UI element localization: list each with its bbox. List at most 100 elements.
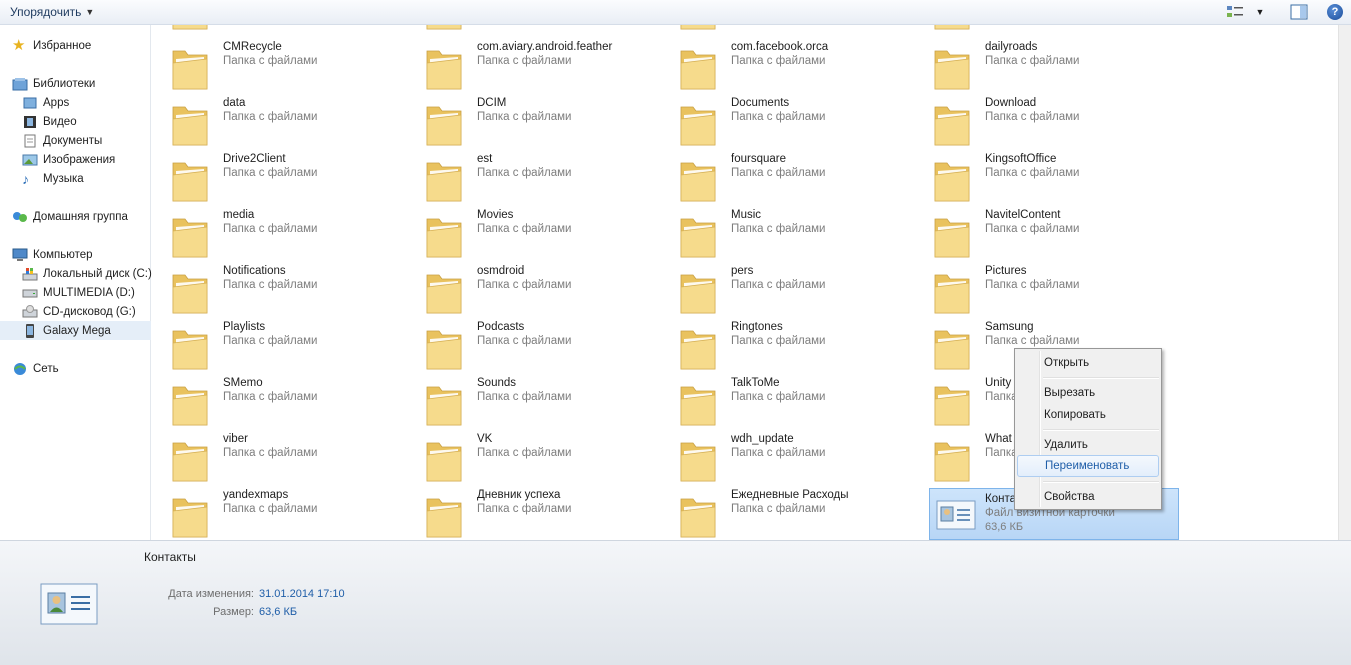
folder-tile[interactable]: Documents Папка с файлами <box>660 91 910 147</box>
folder-tile[interactable]: Download Папка с файлами <box>914 91 1164 147</box>
nav-computer-label: Компьютер <box>33 248 93 261</box>
folder-name: Movies <box>477 209 514 221</box>
folder-type: Папка с файлами <box>477 167 572 179</box>
nav-computer[interactable]: Компьютер <box>12 245 93 264</box>
folder-tile[interactable]: CMRecycle Папка с файлами <box>152 35 402 90</box>
folder-icon <box>932 101 972 147</box>
film-icon <box>22 115 38 129</box>
folder-name: Unity <box>985 377 1012 389</box>
menu-cut[interactable]: Вырезать <box>1017 382 1159 404</box>
preview-pane-button[interactable] <box>1289 3 1309 21</box>
nav-drive-d[interactable]: MULTIMEDIA (D:) <box>22 283 135 302</box>
folder-type: Папка с файлами <box>477 447 572 459</box>
folder-icon <box>678 101 718 147</box>
nav-drive-c[interactable]: Локальный диск (C:) <box>22 264 152 283</box>
nav-favorites[interactable]: ★ Избранное <box>12 36 91 55</box>
nav-network-label: Сеть <box>33 362 59 375</box>
folder-icon <box>932 213 972 259</box>
menu-properties[interactable]: Свойства <box>1017 486 1159 508</box>
folder-name: media <box>223 209 255 221</box>
folder-type: Папка с файлами <box>985 111 1080 123</box>
folder-type: Папка с файлами <box>477 391 572 403</box>
folder-tile[interactable]: Movies Папка с файлами <box>406 203 656 258</box>
folder-type: Папка с файлами <box>731 55 826 67</box>
folder-icon <box>678 269 718 315</box>
vertical-scrollbar[interactable] <box>1338 25 1351 540</box>
folder-tile[interactable]: Ежедневные Расходы Папка с файлами <box>660 483 910 538</box>
folder-tile[interactable]: media Папка с файлами <box>152 203 402 258</box>
folder-tile[interactable]: pers Папка с файлами <box>660 259 910 315</box>
document-icon <box>22 134 38 148</box>
menu-copy[interactable]: Копировать <box>1017 404 1159 426</box>
folder-tile[interactable]: VK Папка с файлами <box>406 427 656 482</box>
folder-icon <box>932 45 972 91</box>
folder-tile[interactable]: Podcasts Папка с файлами <box>406 315 656 371</box>
folder-icon <box>932 157 972 203</box>
nav-lib-pictures[interactable]: Изображения <box>22 150 115 169</box>
nav-libraries[interactable]: Библиотеки <box>12 74 95 93</box>
nav-lib-video[interactable]: Видео <box>22 112 77 131</box>
library-icon <box>12 77 28 91</box>
picture-icon <box>22 153 38 167</box>
folder-type: Папка с файлами <box>477 223 572 235</box>
folder-tile[interactable]: foursquare Папка с файлами <box>660 147 910 202</box>
folder-tile[interactable]: SMemo Папка с файлами <box>152 371 402 426</box>
folder-name: Notifications <box>223 265 286 277</box>
folder-tile[interactable]: Sounds Папка с файлами <box>406 371 656 426</box>
menu-separator <box>1043 481 1159 483</box>
folder-type: Папка с файлами <box>731 167 826 179</box>
folder-tile[interactable]: Дневник успеха Папка с файлами <box>406 483 656 538</box>
folder-icon <box>424 269 464 315</box>
view-dropdown-button[interactable]: ▼ <box>1255 3 1265 21</box>
folder-icon <box>424 325 464 371</box>
folder-tile[interactable]: Notifications Папка с файлами <box>152 259 402 314</box>
organize-menu-button[interactable]: Упорядочить ▼ <box>10 5 94 19</box>
folder-tile[interactable]: TalkToMe Папка с файлами <box>660 371 910 427</box>
folder-name: CMRecycle <box>223 41 282 53</box>
folder-name: est <box>477 153 493 165</box>
folder-tile[interactable]: Ringtones Папка с файлами <box>660 315 910 370</box>
organize-label: Упорядочить <box>10 5 82 19</box>
nav-lib-music[interactable]: ♪ Музыка <box>22 169 84 188</box>
folder-name: TalkToMe <box>731 377 780 389</box>
folder-type: Папка с файлами <box>223 111 318 123</box>
nav-homegroup[interactable]: Домашняя группа <box>12 207 128 226</box>
folder-tile[interactable]: dailyroads Папка с файлами <box>914 35 1164 91</box>
folder-tile[interactable]: Music Папка с файлами <box>660 203 910 258</box>
folder-icon <box>424 45 464 91</box>
folder-tile[interactable]: Pictures Папка с файлами <box>914 259 1164 314</box>
nav-network[interactable]: Сеть <box>12 359 59 378</box>
folder-tile[interactable]: Playlists Папка с файлами <box>152 315 402 370</box>
folder-type: Папка с файлами <box>223 447 318 459</box>
folder-tile[interactable]: KingsoftOffice Папка с файлами <box>914 147 1164 203</box>
folder-tile[interactable]: data Папка с файлами <box>152 91 402 146</box>
folder-icon <box>678 381 718 427</box>
nav-lib-documents[interactable]: Документы <box>22 131 102 150</box>
folder-tile[interactable]: yandexmaps Папка с файлами <box>152 483 402 538</box>
change-view-button[interactable] <box>1225 3 1245 21</box>
menu-rename[interactable]: Переименовать <box>1017 455 1159 477</box>
nav-device-galaxy-mega[interactable]: Galaxy Mega <box>0 321 151 340</box>
menu-delete[interactable]: Удалить <box>1017 434 1159 456</box>
folder-name: com.aviary.android.feather <box>477 41 613 53</box>
nav-lib-apps[interactable]: Apps <box>22 93 69 112</box>
folder-tile[interactable]: DCIM Папка с файлами <box>406 91 656 146</box>
folder-tile[interactable]: com.facebook.orca Папка с файлами <box>660 35 910 90</box>
folder-tile[interactable]: com.aviary.android.feather Папка с файлам… <box>406 35 656 91</box>
nav-drive-d-label: MULTIMEDIA (D:) <box>43 286 135 299</box>
folder-tile[interactable]: viber Папка с файлами <box>152 427 402 482</box>
help-button[interactable]: ? <box>1325 3 1345 21</box>
nav-drive-g[interactable]: CD-дисковод (G:) <box>22 302 136 321</box>
menu-open[interactable]: Открыть <box>1017 352 1159 374</box>
nav-favorites-label: Избранное <box>33 39 92 52</box>
folder-tile[interactable]: est Папка с файлами <box>406 147 656 202</box>
folder-tile[interactable]: osmdroid Папка с файлами <box>406 259 656 315</box>
folder-tile[interactable]: Drive2Client Папка с файлами <box>152 147 402 202</box>
folder-name: Download <box>985 97 1037 109</box>
folder-name: KingsoftOffice <box>985 153 1057 165</box>
folder-type: Папка с файлами <box>731 503 826 515</box>
folder-tile[interactable]: wdh_update Папка с файлами <box>660 427 910 482</box>
folder-type: Папка с файлами <box>985 279 1080 291</box>
view-options-icon <box>1227 6 1243 17</box>
folder-tile[interactable]: NavitelContent Папка с файлами <box>914 203 1164 259</box>
